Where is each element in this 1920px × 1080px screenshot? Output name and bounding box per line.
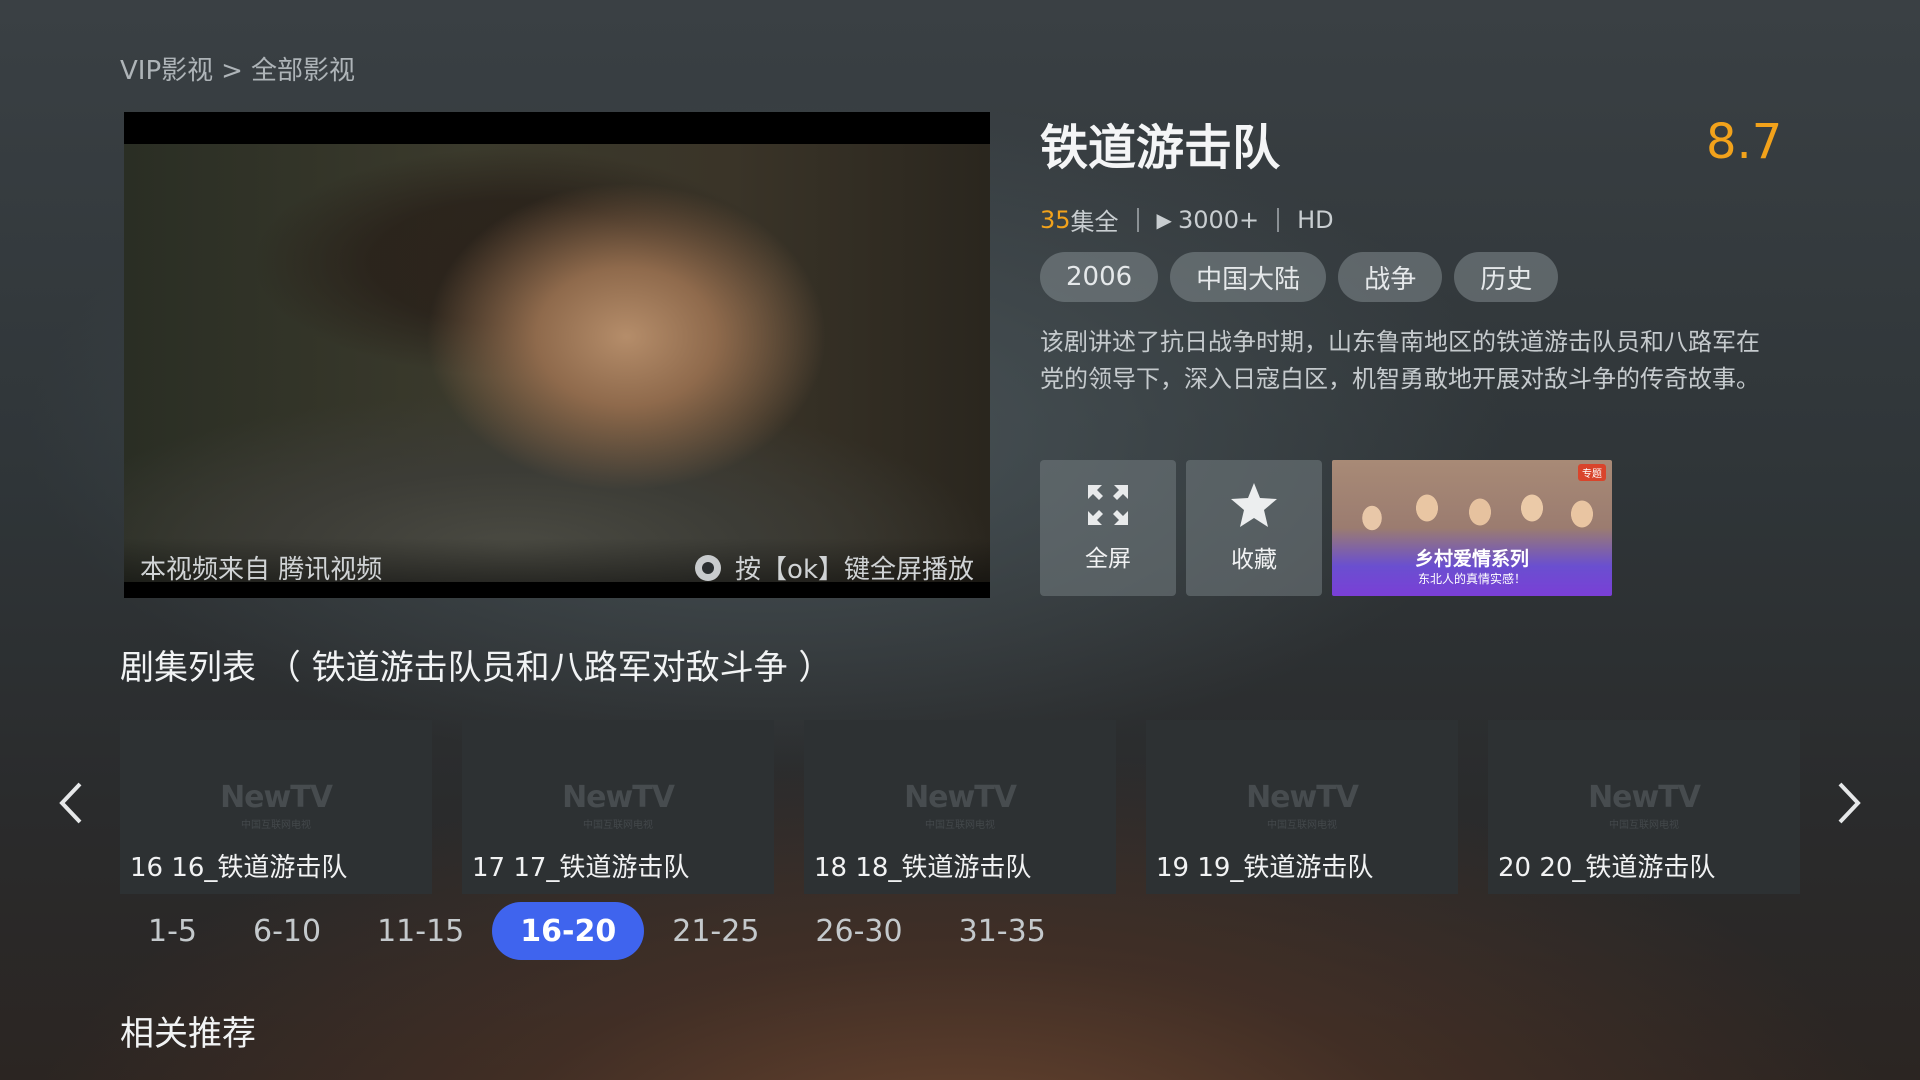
episode-card-18[interactable]: NewTV 中国互联网电视 18 18_铁道游击队	[804, 720, 1116, 894]
range-tab-21-25[interactable]: 21-25	[644, 902, 787, 960]
newtv-logo: NewTV	[220, 780, 333, 815]
ok-icon	[695, 554, 722, 581]
video-player[interactable]: 本视频来自 腾讯视频 按【ok】键全屏播放	[124, 112, 990, 598]
video-source-text: 本视频来自 腾讯视频	[140, 555, 383, 585]
promo-title: 乡村爱情系列	[1414, 548, 1529, 570]
synopsis: 该剧讲述了抗日战争时期，山东鲁南地区的铁道游击队员和八路军在党的领导下，深入日寇…	[1040, 328, 1760, 393]
newtv-logo: NewTV	[904, 780, 1017, 815]
show-title: 铁道游击队	[1040, 120, 1281, 176]
tag-genre-history[interactable]: 历史	[1454, 252, 1559, 302]
episode-title: 19 19_铁道游击队	[1156, 853, 1374, 883]
tag-region[interactable]: 中国大陆	[1170, 252, 1327, 302]
newtv-logo-sub: 中国互联网电视	[925, 820, 995, 831]
breadcrumb-separator: >	[221, 56, 243, 86]
fullscreen-label: 全屏	[1085, 546, 1131, 572]
fullscreen-button[interactable]: 全屏	[1040, 460, 1176, 596]
show-meta: 35 集全 ▶ 3000+ HD	[1040, 202, 1334, 237]
newtv-logo: NewTV	[1246, 780, 1359, 815]
quality-label: HD	[1297, 205, 1334, 234]
promo-badge: 专题	[1578, 464, 1606, 481]
episode-title: 16 16_铁道游击队	[130, 853, 348, 883]
meta-divider	[1136, 207, 1139, 232]
newtv-logo-sub: 中国互联网电视	[241, 820, 311, 831]
episode-count: 35	[1040, 205, 1071, 234]
tag-genre-war[interactable]: 战争	[1338, 252, 1443, 302]
range-tab-6-10[interactable]: 6-10	[225, 902, 349, 960]
play-count-icon: ▶	[1156, 207, 1172, 232]
favorite-button[interactable]: 收藏	[1186, 460, 1322, 596]
newtv-logo-sub: 中国互联网电视	[1609, 820, 1679, 831]
range-tab-31-35[interactable]: 31-35	[931, 902, 1074, 960]
breadcrumb: VIP影视 > 全部影视	[120, 50, 363, 87]
fullscreen-hint-text: 按【ok】键全屏播放	[735, 555, 974, 585]
range-tab-26-30[interactable]: 26-30	[787, 902, 930, 960]
promo-banner[interactable]: 专题 乡村爱情系列 东北人的真情实感！	[1332, 460, 1612, 596]
chevron-right-icon[interactable]	[1834, 780, 1864, 826]
related-heading: 相关推荐	[120, 1014, 256, 1054]
breadcrumb-current[interactable]: 全部影视	[251, 56, 355, 86]
episodes-heading: 剧集列表 （ 铁道游击队员和八路军对敌斗争 ）	[120, 648, 833, 688]
newtv-logo-sub: 中国互联网电视	[583, 820, 653, 831]
episode-range-tabs: 1-5 6-10 11-15 16-20 21-25 26-30 31-35	[120, 902, 1074, 960]
tag-year[interactable]: 2006	[1040, 252, 1159, 302]
episode-card-19[interactable]: NewTV 中国互联网电视 19 19_铁道游击队	[1146, 720, 1458, 894]
favorite-label: 收藏	[1231, 547, 1277, 573]
newtv-logo: NewTV	[1588, 780, 1701, 815]
range-tab-11-15[interactable]: 11-15	[349, 902, 492, 960]
episode-title: 18 18_铁道游击队	[814, 853, 1032, 883]
fullscreen-icon	[1088, 485, 1128, 525]
rating-score: 8.7	[1706, 114, 1783, 170]
video-frame	[124, 144, 990, 582]
newtv-logo-sub: 中国互联网电视	[1267, 820, 1337, 831]
star-icon	[1231, 483, 1277, 527]
episode-title: 20 20_铁道游击队	[1498, 853, 1716, 883]
episode-title: 17 17_铁道游击队	[472, 853, 690, 883]
episode-card-20[interactable]: NewTV 中国互联网电视 20 20_铁道游击队	[1488, 720, 1800, 894]
fullscreen-hint: 按【ok】键全屏播放	[695, 549, 974, 586]
episode-count-suffix: 集全	[1070, 208, 1119, 236]
range-tab-16-20[interactable]: 16-20	[492, 902, 645, 960]
range-tab-1-5[interactable]: 1-5	[120, 902, 225, 960]
tag-list: 2006 中国大陆 战争 历史	[1040, 252, 1559, 302]
promo-subtitle: 东北人的真情实感！	[1417, 572, 1526, 586]
episode-card-16[interactable]: NewTV 中国互联网电视 16 16_铁道游击队	[120, 720, 432, 894]
chevron-left-icon[interactable]	[56, 780, 86, 826]
episode-card-17[interactable]: NewTV 中国互联网电视 17 17_铁道游击队	[462, 720, 774, 894]
meta-divider	[1277, 207, 1280, 232]
newtv-logo: NewTV	[562, 780, 675, 815]
breadcrumb-root[interactable]: VIP影视	[120, 56, 213, 86]
play-count: 3000+	[1177, 205, 1260, 234]
